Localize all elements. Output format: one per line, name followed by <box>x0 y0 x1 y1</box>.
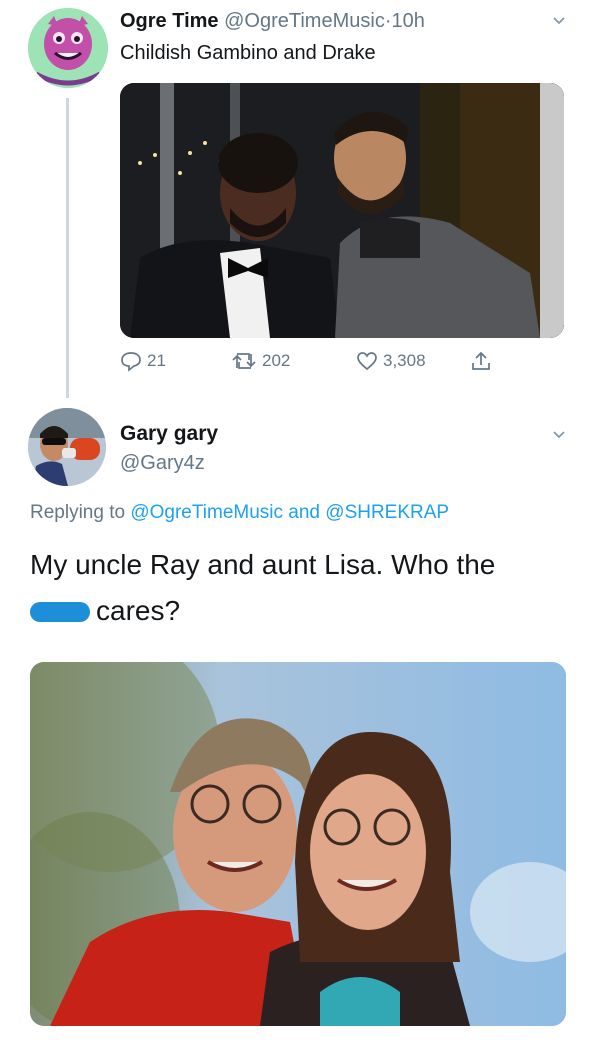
photo-image <box>30 662 566 1026</box>
reply-count: 21 <box>147 351 166 370</box>
like-count: 3,308 <box>383 351 426 370</box>
reply-tweet[interactable]: Gary gary @Gary4z Replying to @OgreTimeM… <box>0 400 593 1044</box>
handle[interactable]: @Gary4z <box>120 452 205 475</box>
display-name[interactable]: Ogre Time <box>120 10 219 32</box>
like-action[interactable]: 3,308 <box>356 350 426 372</box>
share-action[interactable] <box>470 350 492 372</box>
gary-avatar[interactable] <box>28 408 106 486</box>
tweet-photo[interactable] <box>30 662 566 1026</box>
retweet-count: 202 <box>262 351 291 370</box>
tweet-photo[interactable] <box>120 83 564 338</box>
mention-link[interactable]: @SHREKRAP <box>325 502 449 523</box>
replying-and[interactable]: and <box>288 502 320 523</box>
photo-image <box>120 83 564 338</box>
replying-to: Replying to @OgreTimeMusic and @SHREKRAP <box>30 502 449 524</box>
tweet-header: Ogre Time @OgreTimeMusic·10h <box>120 10 425 33</box>
tweet-text-line2: cares? <box>96 595 181 626</box>
tweet-actions: 21 202 3,308 <box>120 350 564 378</box>
reply-icon <box>121 352 141 372</box>
censor-scribble <box>30 602 90 622</box>
ogre-avatar-image <box>28 8 108 88</box>
heart-icon <box>357 352 377 371</box>
ogre-avatar[interactable] <box>28 8 108 88</box>
gary-avatar-image <box>28 408 106 486</box>
retweet-icon <box>232 353 256 369</box>
retweet-action[interactable]: 202 <box>231 350 290 372</box>
original-tweet[interactable]: Ogre Time @OgreTimeMusic·10h Childish Ga… <box>0 0 593 400</box>
chevron-down-icon[interactable] <box>552 14 566 28</box>
thread-line <box>66 98 69 398</box>
handle[interactable]: @OgreTimeMusic <box>224 10 385 32</box>
tweet-text-line1: My uncle Ray and aunt Lisa. Who the <box>30 549 496 580</box>
tweet-text: My uncle Ray and aunt Lisa. Who the care… <box>30 542 570 634</box>
mention-link[interactable]: @OgreTimeMusic <box>130 502 283 523</box>
replying-prefix: Replying to <box>30 502 126 523</box>
tweet-text: Childish Gambino and Drake <box>120 42 376 64</box>
share-icon <box>472 351 490 370</box>
chevron-down-icon[interactable] <box>552 428 566 442</box>
reply-action[interactable]: 21 <box>120 350 166 372</box>
separator-dot: · <box>384 10 392 32</box>
timestamp[interactable]: 10h <box>392 10 425 32</box>
display-name[interactable]: Gary gary <box>120 422 218 446</box>
